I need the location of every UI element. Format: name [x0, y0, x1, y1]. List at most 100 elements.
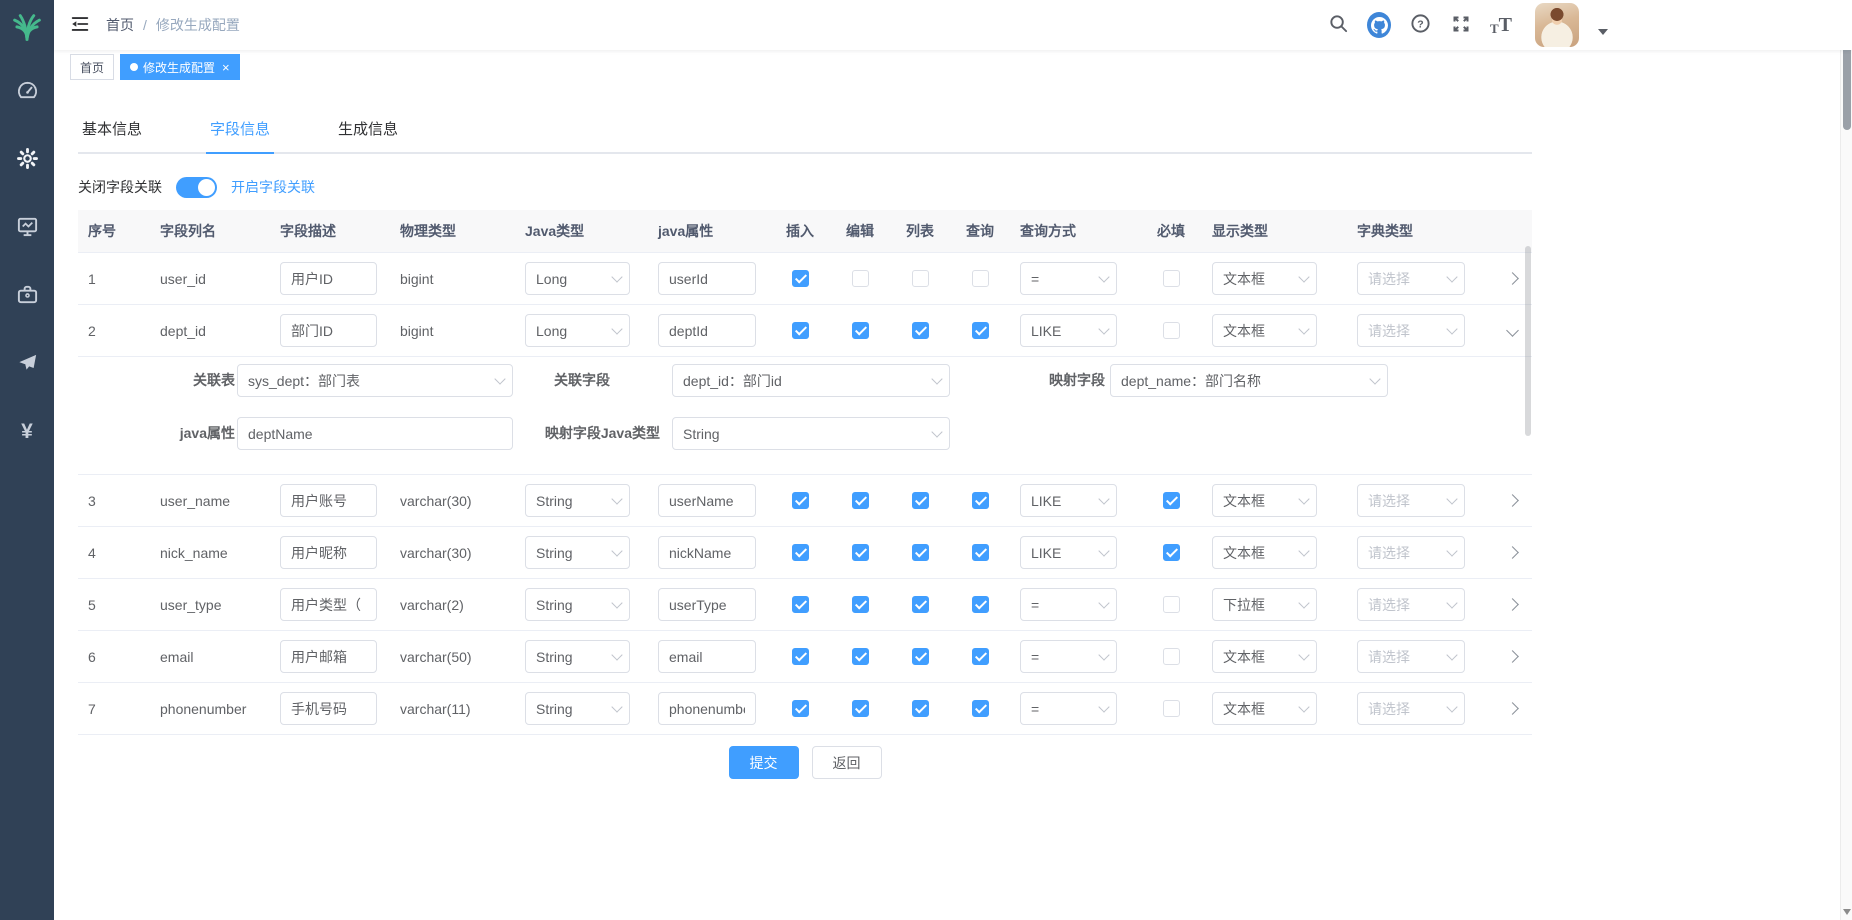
tag-home[interactable]: 首页 [70, 54, 114, 80]
edit-checkbox-checked[interactable] [852, 492, 869, 509]
insert-checkbox-checked[interactable] [792, 700, 809, 717]
expansion-select[interactable]: dept_id：部门id [672, 364, 950, 397]
required-checkbox-checked[interactable] [1163, 492, 1180, 509]
java-type-select[interactable]: String [525, 536, 630, 569]
html-type-select[interactable]: 文本框 [1212, 484, 1317, 517]
chevron-right-icon[interactable] [1506, 702, 1519, 715]
required-checkbox[interactable] [1163, 648, 1180, 665]
list-checkbox-checked[interactable] [912, 492, 929, 509]
table-scrollbar-thumb[interactable] [1525, 246, 1531, 436]
java-field-input[interactable] [658, 262, 756, 295]
edit-checkbox-checked[interactable] [852, 544, 869, 561]
chevron-right-icon[interactable] [1506, 546, 1519, 559]
query-checkbox-checked[interactable] [972, 648, 989, 665]
java-field-input[interactable] [658, 692, 756, 725]
html-type-select[interactable]: 文本框 [1212, 640, 1317, 673]
user-avatar[interactable] [1535, 3, 1579, 47]
query-checkbox-checked[interactable] [972, 700, 989, 717]
query-checkbox-checked[interactable] [972, 322, 989, 339]
submit-button[interactable]: 提交 [729, 746, 799, 779]
column-comment-input[interactable] [280, 588, 377, 621]
html-type-select[interactable]: 文本框 [1212, 692, 1317, 725]
required-checkbox[interactable] [1163, 596, 1180, 613]
query-type-select[interactable]: LIKE [1020, 484, 1117, 517]
column-comment-input[interactable] [280, 692, 377, 725]
insert-checkbox-checked[interactable] [792, 544, 809, 561]
query-type-select[interactable]: = [1020, 262, 1117, 295]
sidebar-item-tool[interactable] [0, 262, 54, 330]
tab-gen-info[interactable]: 生成信息 [334, 108, 402, 154]
html-type-select[interactable]: 下拉框 [1212, 588, 1317, 621]
chevron-down-icon[interactable] [1506, 324, 1519, 337]
java-type-select[interactable]: Long [525, 262, 630, 295]
java-field-input[interactable] [658, 536, 756, 569]
list-checkbox-checked[interactable] [912, 322, 929, 339]
association-toggle[interactable] [176, 177, 217, 198]
dict-type-select[interactable]: 请选择 [1357, 692, 1465, 725]
java-field-input[interactable] [658, 484, 756, 517]
html-type-select[interactable]: 文本框 [1212, 262, 1317, 295]
list-checkbox-checked[interactable] [912, 700, 929, 717]
dict-type-select[interactable]: 请选择 [1357, 262, 1465, 295]
sidebar-item-official-site[interactable] [0, 330, 54, 398]
breadcrumb-home[interactable]: 首页 [106, 15, 134, 35]
dict-type-select[interactable]: 请选择 [1357, 588, 1465, 621]
tab-basic-info[interactable]: 基本信息 [78, 108, 146, 154]
chevron-right-icon[interactable] [1506, 494, 1519, 507]
expansion-select[interactable]: String [672, 417, 950, 450]
expansion-input[interactable] [237, 417, 513, 450]
dict-type-select[interactable]: 请选择 [1357, 314, 1465, 347]
dict-type-select[interactable]: 请选择 [1357, 536, 1465, 569]
scroll-down-arrow[interactable] [1843, 909, 1851, 915]
query-type-select[interactable]: = [1020, 692, 1117, 725]
required-checkbox[interactable] [1163, 700, 1180, 717]
sidebar-toggle-button[interactable] [54, 0, 106, 50]
query-checkbox-checked[interactable] [972, 596, 989, 613]
tab-field-info[interactable]: 字段信息 [206, 108, 274, 154]
query-type-select[interactable]: LIKE [1020, 536, 1117, 569]
chevron-right-icon[interactable] [1506, 272, 1519, 285]
java-type-select[interactable]: String [525, 588, 630, 621]
back-button[interactable]: 返回 [812, 746, 882, 779]
column-comment-input[interactable] [280, 314, 377, 347]
page-scrollbar[interactable] [1840, 0, 1852, 920]
edit-checkbox-checked[interactable] [852, 648, 869, 665]
required-checkbox[interactable] [1163, 322, 1180, 339]
edit-checkbox[interactable] [852, 270, 869, 287]
column-comment-input[interactable] [280, 640, 377, 673]
java-type-select[interactable]: Long [525, 314, 630, 347]
app-logo[interactable] [0, 0, 54, 58]
sidebar-item-pay[interactable]: ¥ [0, 398, 54, 466]
tag-close-icon[interactable]: × [222, 61, 230, 74]
required-checkbox[interactable] [1163, 270, 1180, 287]
fullscreen-button[interactable] [1449, 13, 1473, 37]
list-checkbox-checked[interactable] [912, 648, 929, 665]
edit-checkbox-checked[interactable] [852, 322, 869, 339]
column-comment-input[interactable] [280, 484, 377, 517]
query-checkbox-checked[interactable] [972, 492, 989, 509]
query-checkbox[interactable] [972, 270, 989, 287]
query-checkbox-checked[interactable] [972, 544, 989, 561]
html-type-select[interactable]: 文本框 [1212, 314, 1317, 347]
chevron-right-icon[interactable] [1506, 598, 1519, 611]
sidebar-item-dashboard[interactable] [0, 58, 54, 126]
java-type-select[interactable]: String [525, 484, 630, 517]
query-type-select[interactable]: = [1020, 640, 1117, 673]
html-type-select[interactable]: 文本框 [1212, 536, 1317, 569]
java-type-select[interactable]: String [525, 692, 630, 725]
edit-checkbox-checked[interactable] [852, 700, 869, 717]
list-checkbox-checked[interactable] [912, 544, 929, 561]
font-size-button[interactable]: TT [1490, 15, 1512, 35]
insert-checkbox-checked[interactable] [792, 648, 809, 665]
sidebar-item-system[interactable] [0, 126, 54, 194]
insert-checkbox-checked[interactable] [792, 492, 809, 509]
dict-type-select[interactable]: 请选择 [1357, 484, 1465, 517]
column-comment-input[interactable] [280, 536, 377, 569]
expansion-select[interactable]: dept_name：部门名称 [1110, 364, 1388, 397]
java-type-select[interactable]: String [525, 640, 630, 673]
github-link[interactable] [1367, 13, 1391, 37]
insert-checkbox-checked[interactable] [792, 596, 809, 613]
chevron-right-icon[interactable] [1506, 650, 1519, 663]
search-button[interactable] [1326, 13, 1350, 37]
sidebar-item-monitor[interactable] [0, 194, 54, 262]
